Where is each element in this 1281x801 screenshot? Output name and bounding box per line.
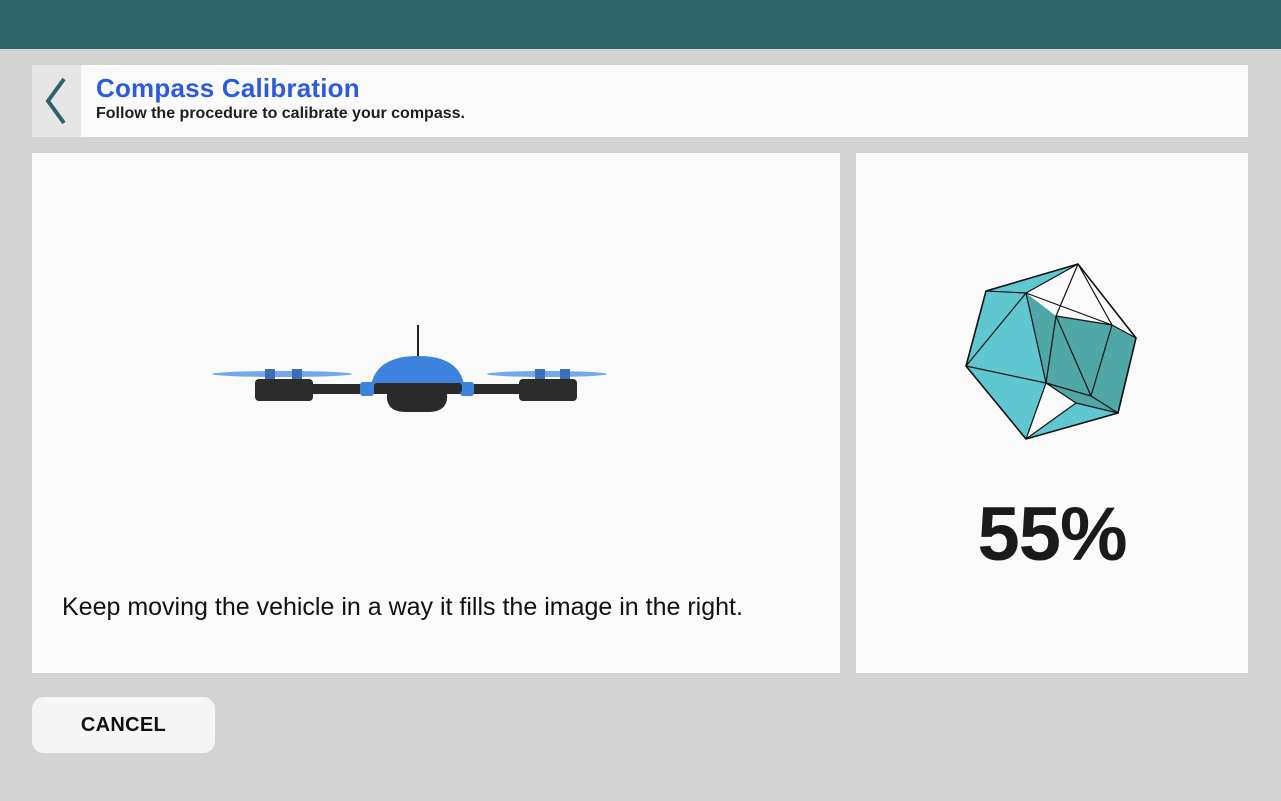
progress-percent: 55% xyxy=(977,492,1127,577)
page-header: Compass Calibration Follow the procedure… xyxy=(32,65,1248,137)
calibration-panel: 55% xyxy=(856,153,1248,673)
instruction-text: Keep moving the vehicle in a way it fill… xyxy=(62,593,743,621)
back-button[interactable] xyxy=(32,65,81,137)
page-title: Compass Calibration xyxy=(96,73,360,103)
top-bar xyxy=(0,0,1281,49)
chevron-left-icon xyxy=(45,77,66,125)
cancel-button[interactable]: CANCEL xyxy=(32,697,215,753)
vehicle-panel: Keep moving the vehicle in a way it fill… xyxy=(32,153,840,673)
page-subtitle: Follow the procedure to calibrate your c… xyxy=(96,105,465,122)
calibration-sphere xyxy=(965,263,1137,440)
drone-image xyxy=(212,325,607,412)
header-text: Compass Calibration Follow the procedure… xyxy=(81,65,465,137)
